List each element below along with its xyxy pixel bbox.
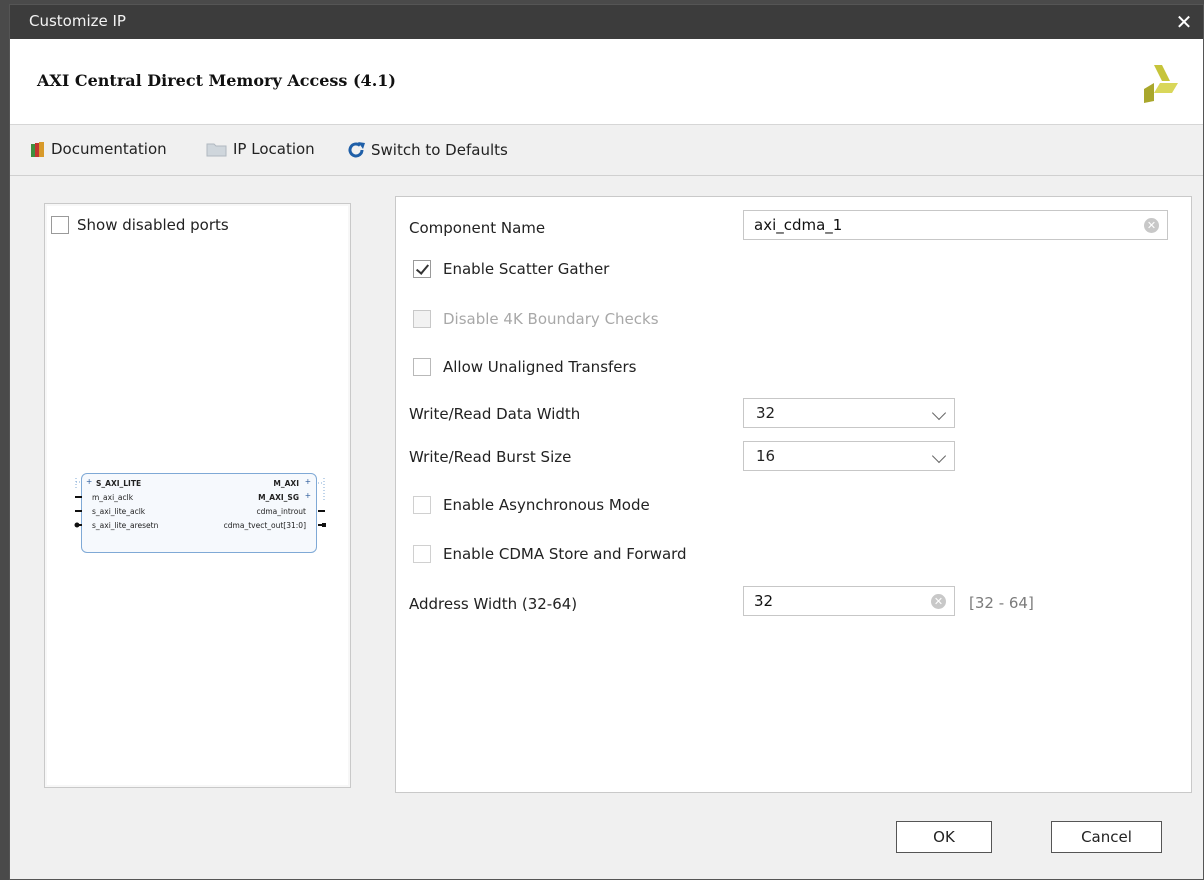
allow-unaligned-transfers[interactable]: Allow Unaligned Transfers	[413, 358, 637, 376]
enable-scatter-gather-label: Enable Scatter Gather	[443, 260, 610, 278]
port-s-axi-lite: S_AXI_LITE	[96, 479, 142, 488]
ip-location-button[interactable]: IP Location	[206, 140, 315, 158]
port-plus-icon: +	[304, 491, 311, 500]
customize-ip-dialog: Customize IP ✕ AXI Central Direct Memory…	[9, 4, 1204, 880]
enable-asynchronous-mode-checkbox[interactable]	[413, 496, 431, 514]
data-width-select[interactable]: 32	[743, 398, 955, 428]
enable-scatter-gather-checkbox[interactable]	[413, 260, 431, 278]
ip-header: AXI Central Direct Memory Access (4.1)	[10, 39, 1203, 125]
book-icon	[31, 141, 44, 157]
show-disabled-ports[interactable]: Show disabled ports	[51, 216, 229, 234]
enable-store-forward[interactable]: Enable CDMA Store and Forward	[413, 545, 687, 563]
folder-icon	[206, 143, 227, 157]
disable-4k-boundary-checks-checkbox	[413, 310, 431, 328]
title-bar: Customize IP ✕	[10, 5, 1203, 39]
enable-store-forward-label: Enable CDMA Store and Forward	[443, 545, 687, 563]
enable-asynchronous-mode-label: Enable Asynchronous Mode	[443, 496, 650, 514]
data-width-value: 32	[756, 404, 776, 422]
port-s-axi-lite-aresetn: s_axi_lite_aresetn	[92, 521, 159, 530]
clear-icon[interactable]: ✕	[931, 594, 946, 609]
allow-unaligned-transfers-label: Allow Unaligned Transfers	[443, 358, 637, 376]
burst-size-value: 16	[756, 447, 776, 465]
chevron-down-icon	[931, 405, 947, 421]
close-icon[interactable]: ✕	[1173, 11, 1195, 33]
port-cdma-tvect-out: cdma_tvect_out[31:0]	[223, 521, 306, 530]
refresh-icon	[348, 142, 365, 158]
switch-to-defaults-label: Switch to Defaults	[371, 141, 508, 159]
parameters-panel: Component Name axi_cdma_1 ✕ Enable Scatt…	[395, 196, 1192, 793]
clear-icon[interactable]: ✕	[1144, 218, 1159, 233]
component-name-value: axi_cdma_1	[754, 216, 843, 234]
show-disabled-ports-label: Show disabled ports	[77, 216, 229, 234]
address-width-range: [32 - 64]	[969, 594, 1034, 612]
enable-scatter-gather[interactable]: Enable Scatter Gather	[413, 260, 609, 278]
port-m-axi: M_AXI	[273, 479, 299, 488]
symbol-panel: Show disabled ports + S_AXI_LITE m_axi_a…	[44, 203, 351, 788]
show-disabled-ports-checkbox[interactable]	[51, 216, 69, 234]
ok-button[interactable]: OK	[896, 821, 992, 853]
enable-store-forward-checkbox[interactable]	[413, 545, 431, 563]
disable-4k-boundary-checks: Disable 4K Boundary Checks	[413, 310, 659, 328]
port-m-axi-aclk: m_axi_aclk	[92, 493, 134, 502]
enable-asynchronous-mode[interactable]: Enable Asynchronous Mode	[413, 496, 650, 514]
address-width-label: Address Width (32-64)	[409, 595, 578, 613]
burst-size-label: Write/Read Burst Size	[409, 448, 572, 466]
port-m-axi-sg: M_AXI_SG	[258, 493, 299, 502]
ip-title: AXI Central Direct Memory Access (4.1)	[37, 71, 396, 90]
xilinx-logo-icon	[1144, 65, 1178, 103]
address-width-value: 32	[754, 592, 774, 610]
documentation-button[interactable]: Documentation	[30, 140, 167, 158]
address-width-input[interactable]: 32 ✕	[743, 586, 955, 616]
cancel-button[interactable]: Cancel	[1051, 821, 1162, 853]
port-s-axi-lite-aclk: s_axi_lite_aclk	[92, 507, 146, 516]
disable-4k-boundary-checks-label: Disable 4K Boundary Checks	[443, 310, 659, 328]
toolbar: Documentation IP Location Switch to Defa…	[10, 126, 1203, 176]
component-name-input[interactable]: axi_cdma_1 ✕	[743, 210, 1168, 240]
allow-unaligned-transfers-checkbox[interactable]	[413, 358, 431, 376]
burst-size-select[interactable]: 16	[743, 441, 955, 471]
documentation-label: Documentation	[51, 140, 167, 158]
switch-to-defaults-button[interactable]: Switch to Defaults	[346, 140, 508, 160]
port-plus-icon: +	[304, 477, 311, 486]
component-name-label: Component Name	[409, 219, 546, 237]
window-title: Customize IP	[29, 12, 126, 30]
chevron-down-icon	[931, 448, 947, 464]
data-width-label: Write/Read Data Width	[409, 405, 581, 423]
ip-symbol-block: + S_AXI_LITE m_axi_aclk s_axi_lite_aclk …	[74, 473, 326, 553]
ip-location-label: IP Location	[233, 140, 315, 158]
port-plus-icon: +	[86, 477, 93, 486]
port-cdma-introut: cdma_introut	[256, 507, 306, 516]
